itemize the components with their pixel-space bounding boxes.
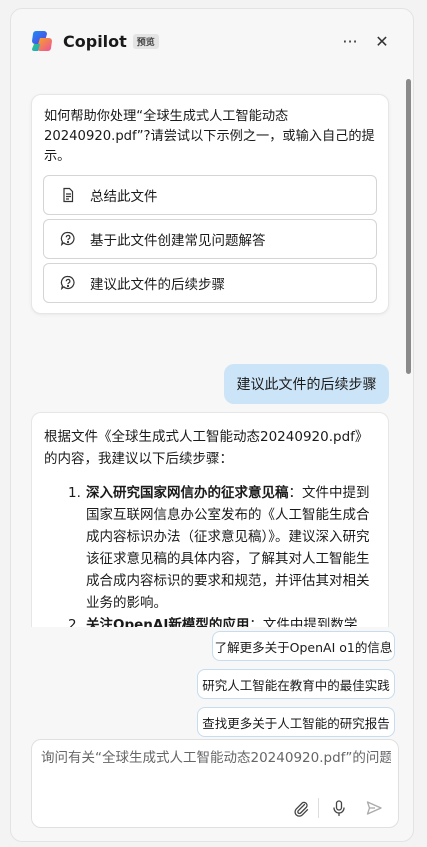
app-title: Copilot	[63, 31, 127, 51]
more-options-button[interactable]: ···	[338, 29, 362, 53]
question-bubble-icon	[60, 231, 76, 247]
scroll-thumb[interactable]	[406, 79, 411, 374]
preview-badge: 预览	[132, 33, 159, 49]
paperclip-icon	[294, 801, 309, 817]
summarize-file-button[interactable]: 总结此文件	[43, 175, 377, 215]
question-bubble-icon	[60, 275, 76, 291]
microphone-icon	[333, 800, 345, 817]
prompt-card-text: 如何帮助你处理“全球生成式人工智能动态20240920.pdf”?请尝试以下示例…	[44, 109, 375, 164]
list-item-heading: 关注OpenAI新模型的应用	[86, 617, 250, 627]
list-item: 1. 深入研究国家网信办的征求意见稿：文件中提到国家互联网信息办公室发布的《人工…	[68, 482, 370, 614]
composer	[31, 739, 399, 828]
chip-label: 建议此文件的后续步骤	[90, 277, 225, 293]
list-item-text: ：文件中提到国家互联网信息办公室发布的《人工智能生成合成内容标识办法（征求意见稿…	[86, 485, 370, 611]
close-button[interactable]: ✕	[370, 29, 394, 53]
list-number: 1.	[68, 485, 81, 501]
list-item-heading: 深入研究国家网信办的征求意见稿	[86, 485, 289, 501]
copilot-pane: Copilot 预览 ··· ✕ 如何帮助你处理“全球生成式人工智能动态2024…	[10, 8, 414, 842]
list-item: 2. 关注OpenAI新模型的应用：文件中提到数学家	[68, 614, 370, 627]
suggestion-ai-research[interactable]: 查找更多关于人工智能的研究报告	[197, 707, 395, 737]
suggestion-openai-o1[interactable]: 了解更多关于OpenAI o1的信息	[212, 631, 395, 661]
suggestion-ai-education[interactable]: 研究人工智能在教育中的最佳实践	[197, 669, 395, 699]
header: Copilot 预览 ··· ✕	[11, 9, 413, 73]
chip-label: 基于此文件创建常见问题解答	[90, 233, 266, 249]
list-number: 2.	[68, 617, 81, 627]
ask-input[interactable]	[41, 750, 391, 766]
reply-list: 1. 深入研究国家网信办的征求意见稿：文件中提到国家互联网信息办公室发布的《人工…	[68, 482, 370, 627]
document-icon	[60, 187, 76, 203]
composer-divider	[318, 798, 319, 818]
user-message: 建议此文件的后续步骤	[224, 364, 389, 404]
prompt-suggestion-card: 如何帮助你处理“全球生成式人工智能动态20240920.pdf”?请尝试以下示例…	[31, 94, 389, 314]
send-button[interactable]	[363, 797, 385, 819]
reply-intro: 根据文件《全球生成式人工智能动态20240920.pdf》的内容，我建议以下后续…	[44, 429, 369, 467]
attach-button[interactable]	[290, 797, 312, 819]
assistant-reply: 根据文件《全球生成式人工智能动态20240920.pdf》的内容，我建议以下后续…	[31, 412, 389, 627]
suggest-next-steps-button[interactable]: 建议此文件的后续步骤	[43, 263, 377, 303]
scrollbar[interactable]	[404, 79, 412, 627]
chip-label: 总结此文件	[90, 189, 158, 205]
microphone-button[interactable]	[328, 797, 350, 819]
copilot-logo-icon	[29, 28, 55, 54]
send-icon	[366, 801, 382, 815]
create-faq-button[interactable]: 基于此文件创建常见问题解答	[43, 219, 377, 259]
